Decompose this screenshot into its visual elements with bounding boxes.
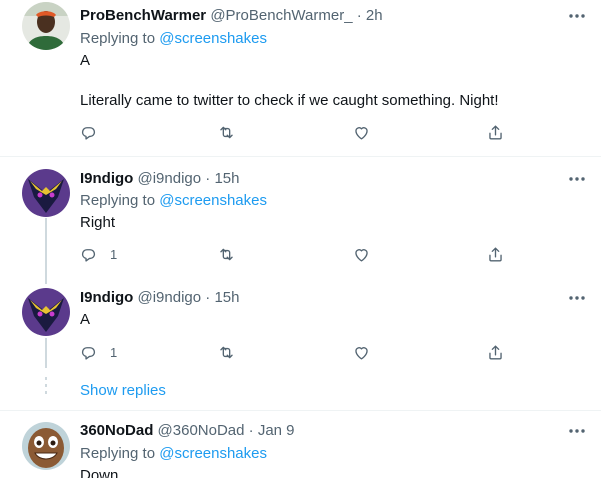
reply-button[interactable]: 1 xyxy=(79,343,117,362)
timestamp[interactable]: · 15h xyxy=(205,170,239,187)
avatar[interactable] xyxy=(22,422,70,470)
author-handle[interactable]: @360NoDad xyxy=(158,422,245,439)
share-icon xyxy=(486,123,505,142)
tweet-i9ndigo-2[interactable]: I9ndigo @i9ndigo · 15h A 1 xyxy=(0,277,601,372)
thread-dots xyxy=(45,377,47,398)
replying-to: Replying to @screenshakes xyxy=(80,191,267,211)
tweet-text: Right xyxy=(80,214,116,231)
tweet-header: ProBenchWarmer @ProBenchWarmer_ · 2h xyxy=(80,6,383,26)
reply-count: 1 xyxy=(110,247,118,262)
retweet-button[interactable] xyxy=(217,245,236,264)
reply-icon xyxy=(79,245,98,264)
avatar[interactable] xyxy=(22,169,70,217)
like-icon xyxy=(352,123,371,142)
author-handle[interactable]: @i9ndigo xyxy=(138,289,202,306)
share-button[interactable] xyxy=(486,245,505,264)
author-name[interactable]: 360NoDad xyxy=(80,422,153,439)
replying-prefix: Replying to xyxy=(80,192,156,209)
retweet-button[interactable] xyxy=(217,123,236,142)
timestamp[interactable]: · Jan 9 xyxy=(249,422,295,439)
author-name[interactable]: ProBenchWarmer xyxy=(80,7,206,24)
more-icon[interactable] xyxy=(567,169,587,189)
replying-prefix: Replying to xyxy=(80,445,156,462)
author-name[interactable]: I9ndigo xyxy=(80,289,133,306)
retweet-icon xyxy=(217,123,236,142)
reply-icon xyxy=(79,343,98,362)
mention-link[interactable]: @screenshakes xyxy=(159,445,267,462)
avatar[interactable] xyxy=(22,2,70,50)
like-button[interactable] xyxy=(352,123,371,142)
tweet-header: 360NoDad @360NoDad · Jan 9 xyxy=(80,421,295,441)
tweet-i9ndigo-1[interactable]: I9ndigo @i9ndigo · 15h Replying to @scre… xyxy=(0,157,601,277)
retweet-icon xyxy=(217,245,236,264)
like-icon xyxy=(352,245,371,264)
replying-to: Replying to @screenshakes xyxy=(80,444,267,464)
tweet-text: A xyxy=(80,52,91,69)
retweet-button[interactable] xyxy=(217,343,236,362)
author-handle[interactable]: @i9ndigo xyxy=(138,170,202,187)
timestamp[interactable]: · 15h xyxy=(205,289,239,306)
more-icon[interactable] xyxy=(567,6,587,26)
author-handle[interactable]: @ProBenchWarmer_ xyxy=(210,7,352,24)
more-icon[interactable] xyxy=(567,288,587,308)
like-button[interactable] xyxy=(352,343,371,362)
reply-count: 1 xyxy=(110,345,118,360)
tweet-text: A xyxy=(80,311,91,328)
tweet-header: I9ndigo @i9ndigo · 15h xyxy=(80,288,239,308)
tweet-text: Down xyxy=(80,467,119,478)
like-button[interactable] xyxy=(352,245,371,264)
share-icon xyxy=(486,343,505,362)
mention-link[interactable]: @screenshakes xyxy=(159,30,267,47)
share-button[interactable] xyxy=(486,123,505,142)
tweet-360nodad[interactable]: 360NoDad @360NoDad · Jan 9 Replying to @… xyxy=(0,411,601,478)
share-button[interactable] xyxy=(486,343,505,362)
tweet-header: I9ndigo @i9ndigo · 15h xyxy=(80,169,239,189)
like-icon xyxy=(352,343,371,362)
timestamp[interactable]: · 2h xyxy=(357,7,383,24)
reply-button[interactable] xyxy=(79,123,98,142)
avatar[interactable] xyxy=(22,288,70,336)
more-icon[interactable] xyxy=(567,421,587,441)
replying-to: Replying to @screenshakes xyxy=(80,29,267,49)
reply-icon xyxy=(79,123,98,142)
show-replies-link[interactable]: Show replies xyxy=(80,381,166,401)
retweet-icon xyxy=(217,343,236,362)
tweet-text-line2: Literally came to twitter to check if we… xyxy=(80,92,499,109)
reply-button[interactable]: 1 xyxy=(79,245,117,264)
replying-prefix: Replying to xyxy=(80,30,156,47)
author-name[interactable]: I9ndigo xyxy=(80,170,133,187)
mention-link[interactable]: @screenshakes xyxy=(159,192,267,209)
tweet-probenchwarmer[interactable]: ProBenchWarmer @ProBenchWarmer_ · 2h Rep… xyxy=(0,0,601,156)
share-icon xyxy=(486,245,505,264)
